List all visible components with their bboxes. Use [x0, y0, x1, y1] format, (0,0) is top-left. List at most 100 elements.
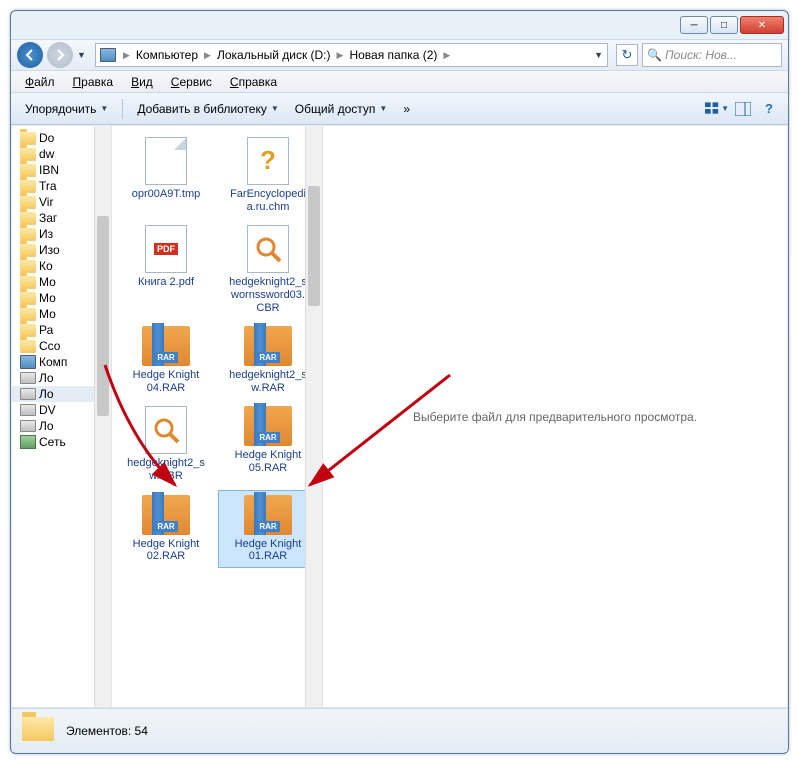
menu-view[interactable]: Вид — [123, 73, 161, 91]
file-list[interactable]: opr00A9T.tmp?FarEncyclopedia.ru.chm PDF Кн… — [112, 126, 322, 707]
drive-icon — [20, 404, 36, 416]
close-button[interactable]: ✕ — [740, 16, 784, 34]
file-item[interactable]: hedgeknight2_swornssword03.CBR — [218, 220, 318, 319]
file-item[interactable]: opr00A9T.tmp — [116, 132, 216, 218]
chevron-right-icon: ▶ — [334, 50, 347, 61]
preview-pane: Выберите файл для предварительного просм… — [322, 126, 787, 707]
maximize-button[interactable]: □ — [710, 16, 738, 34]
organize-button[interactable]: Упорядочить▼ — [17, 98, 116, 120]
pdf-icon: PDF — [145, 225, 187, 273]
drive-icon — [20, 388, 36, 400]
preview-pane-icon — [735, 102, 751, 116]
file-item[interactable]: RARHedge Knight 01.RAR — [218, 490, 318, 568]
cbr-icon — [145, 406, 187, 454]
folder-icon — [20, 308, 36, 321]
nav-forward-button[interactable] — [47, 42, 73, 68]
toolbar-overflow-button[interactable]: » — [395, 98, 418, 120]
tree-item-label: Изо — [39, 243, 60, 257]
file-item[interactable]: RARHedge Knight 05.RAR — [218, 401, 318, 487]
preview-pane-button[interactable] — [730, 97, 756, 121]
search-input[interactable]: 🔍 Поиск: Нов... — [642, 43, 782, 67]
view-mode-button[interactable]: ▼ — [704, 97, 730, 121]
chevron-down-icon[interactable]: ▼ — [594, 50, 603, 60]
rar-icon: RAR — [142, 495, 190, 535]
folder-icon — [20, 340, 36, 353]
file-name: Hedge Knight 02.RAR — [126, 538, 206, 563]
tree-item-label: Ло — [39, 419, 54, 433]
help-icon: ? — [765, 101, 773, 116]
tree-item-label: Do — [39, 131, 54, 145]
details-pane: Элементов: 54 — [12, 708, 787, 752]
titlebar: ─ □ ✕ — [11, 11, 788, 39]
add-to-library-button[interactable]: Добавить в библиотеку▼ — [129, 98, 286, 120]
folder-icon — [20, 132, 36, 145]
breadcrumb-drive[interactable]: Локальный диск (D:) — [214, 46, 334, 64]
folder-icon — [20, 324, 36, 337]
address-bar[interactable]: ▶ Компьютер ▶ Локальный диск (D:) ▶ Нова… — [95, 43, 608, 67]
tree-item-label: Мо — [39, 291, 56, 305]
navigation-bar: ▼ ▶ Компьютер ▶ Локальный диск (D:) ▶ Но… — [11, 39, 788, 71]
menu-tools[interactable]: Сервис — [163, 73, 220, 91]
rar-icon: RAR — [244, 495, 292, 535]
chevron-down-icon: ▼ — [379, 104, 387, 113]
folder-icon — [20, 244, 36, 257]
menu-help[interactable]: Справка — [222, 73, 285, 91]
scrollbar[interactable] — [305, 126, 322, 707]
minimize-button[interactable]: ─ — [680, 16, 708, 34]
file-icon — [145, 137, 187, 185]
file-name: hedgeknight2_swornssword03.CBR — [228, 276, 308, 314]
command-bar: Упорядочить▼ Добавить в библиотеку▼ Общи… — [11, 93, 788, 125]
window-frame: ─ □ ✕ ▼ ▶ Компьютер ▶ Локальный диск (D:… — [10, 10, 789, 754]
folder-icon — [20, 180, 36, 193]
file-item[interactable]: RARhedgeknight2_sw.RAR — [218, 321, 318, 399]
tree-item-label: Мо — [39, 307, 56, 321]
help-button[interactable]: ? — [756, 97, 782, 121]
scrollbar-thumb[interactable] — [308, 186, 320, 306]
tree-item-label: Заг — [39, 211, 57, 225]
refresh-button[interactable]: ↻ — [616, 44, 638, 66]
chevron-down-icon: ▼ — [271, 104, 279, 113]
nav-history-dropdown[interactable]: ▼ — [77, 50, 91, 60]
share-button[interactable]: Общий доступ▼ — [287, 98, 396, 120]
file-item[interactable]: RARHedge Knight 04.RAR — [116, 321, 216, 399]
breadcrumb-folder[interactable]: Новая папка (2) — [346, 46, 440, 64]
breadcrumb-computer[interactable]: Компьютер — [133, 46, 201, 64]
help-file-icon: ? — [247, 137, 289, 185]
chevron-right-icon: ▶ — [201, 50, 214, 61]
content-area: DodwIBNTraVirЗагИзИзоКоМоМоМоРаСсоКомпЛо… — [12, 126, 787, 707]
tree-item-label: Сеть — [39, 435, 66, 449]
chevron-right-icon: ▶ — [120, 50, 133, 61]
search-icon: 🔍 — [647, 48, 662, 62]
folder-icon — [20, 212, 36, 225]
tree-item-label: Ло — [39, 387, 54, 401]
folder-icon — [20, 260, 36, 273]
menu-file[interactable]: Файл — [17, 73, 63, 91]
cbr-icon — [247, 225, 289, 273]
menu-edit[interactable]: Правка — [65, 73, 122, 91]
file-name: Книга 2.pdf — [138, 276, 194, 289]
nav-back-button[interactable] — [17, 42, 43, 68]
file-item[interactable]: RAR Hedge Knight 02.RAR — [116, 490, 216, 568]
rar-icon: RAR — [244, 326, 292, 366]
navigation-tree[interactable]: DodwIBNTraVirЗагИзИзоКоМоМоМоРаСсоКомпЛо… — [12, 126, 112, 707]
scrollbar[interactable] — [94, 126, 111, 707]
file-item[interactable]: PDF Книга 2.pdf — [116, 220, 216, 319]
item-count-label: Элементов: 54 — [66, 724, 148, 738]
tree-item-label: dw — [39, 147, 54, 161]
file-item[interactable]: hedgeknight2_sw.CBR — [116, 401, 216, 487]
file-name: Hedge Knight 04.RAR — [126, 369, 206, 394]
folder-icon — [20, 196, 36, 209]
file-item[interactable]: ?FarEncyclopedia.ru.chm — [218, 132, 318, 218]
computer-icon — [100, 48, 116, 62]
arrow-left-icon — [23, 48, 37, 62]
scrollbar-thumb[interactable] — [97, 216, 109, 416]
tree-item-label: Vir — [39, 195, 53, 209]
arrow-right-icon — [53, 48, 67, 62]
drive-icon — [20, 372, 36, 384]
tree-item-label: Ко — [39, 259, 53, 273]
tree-item-label: IBN — [39, 163, 59, 177]
preview-hint-text: Выберите файл для предварительного просм… — [413, 410, 697, 424]
tree-item-label: DV — [39, 403, 56, 417]
tree-item-label: Ло — [39, 371, 54, 385]
view-icons-icon — [705, 102, 720, 116]
